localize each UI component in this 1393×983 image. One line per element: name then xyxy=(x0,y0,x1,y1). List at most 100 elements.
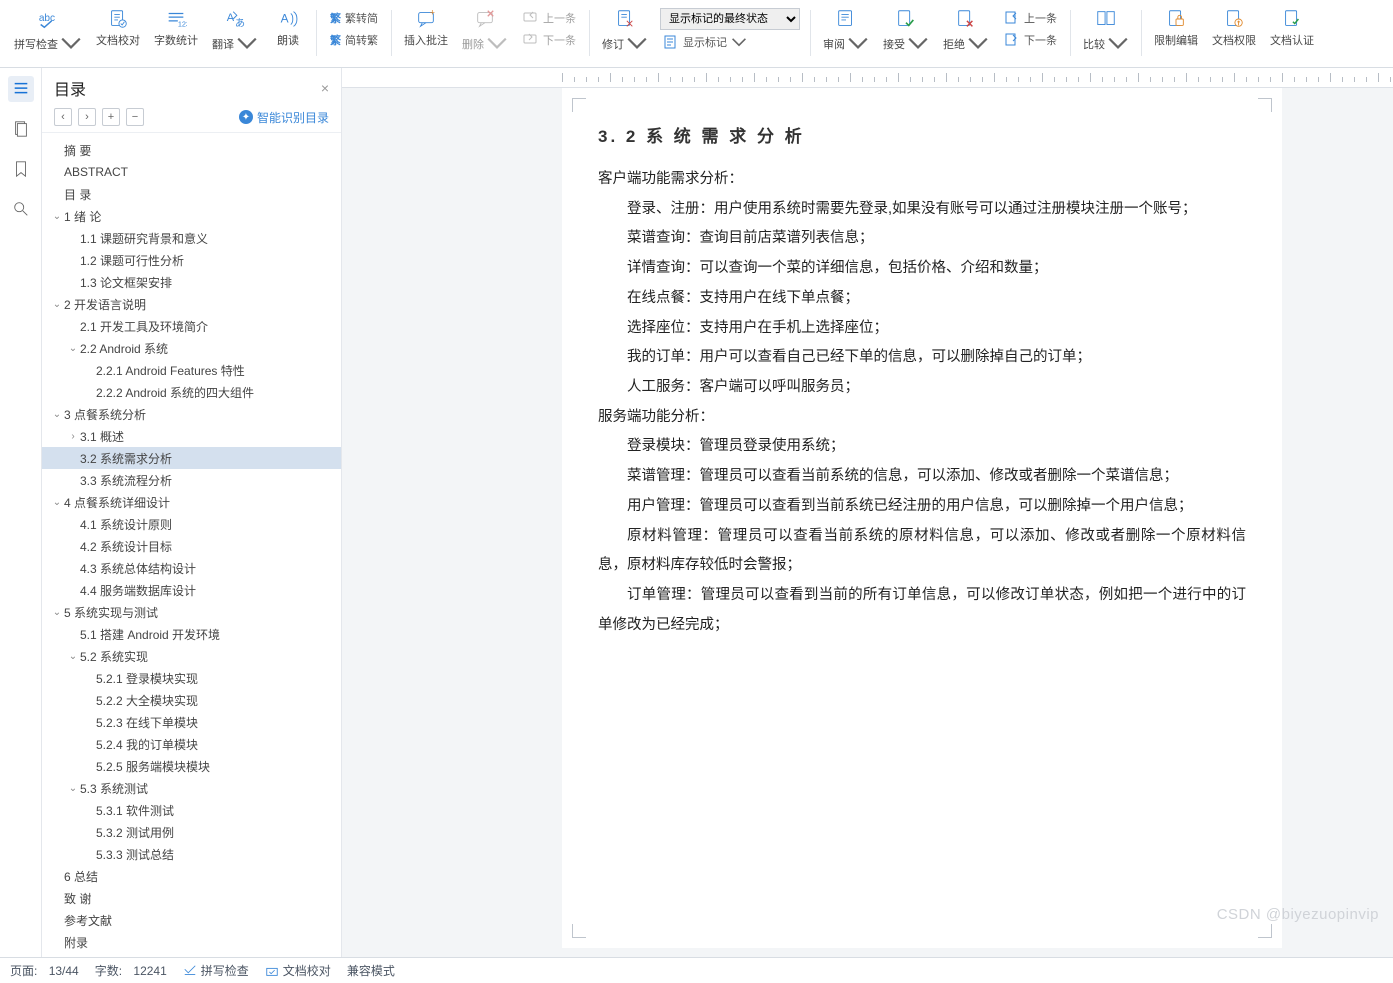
status-spellcheck[interactable]: 拼写检查 xyxy=(183,962,249,979)
permission-button[interactable]: 文档权限 xyxy=(1206,6,1262,62)
outline-label: 3.2 系统需求分析 xyxy=(80,450,172,467)
horizontal-ruler xyxy=(342,68,1393,88)
prev-comment[interactable]: 上一条 xyxy=(520,8,579,28)
spellcheck-button[interactable]: abc 拼写检查 xyxy=(8,6,88,62)
outline-remove-button[interactable]: − xyxy=(126,108,144,126)
search-tab[interactable] xyxy=(8,196,34,222)
smart-recognize-outline[interactable]: ✦ 智能识别目录 xyxy=(239,109,329,126)
outline-node[interactable]: ⌄2 开发语言说明 xyxy=(42,293,341,315)
traditional-to-simplified[interactable]: 繁繁转简 xyxy=(327,8,381,28)
compare-button[interactable]: 比较 xyxy=(1077,6,1135,62)
delete-comment-button[interactable]: 删除 xyxy=(456,6,514,62)
outline-node[interactable]: 5.2.3 在线下单模块 xyxy=(42,711,341,733)
outline-label: 3.3 系统流程分析 xyxy=(80,472,172,489)
proofread-button[interactable]: 文档校对 xyxy=(90,6,146,62)
outline-node[interactable]: 5.1 搭建 Android 开发环境 xyxy=(42,623,341,645)
review-pane-button[interactable]: 审阅 xyxy=(817,6,875,62)
chevron-down-icon[interactable]: ⌄ xyxy=(50,409,64,420)
outline-add-button[interactable]: + xyxy=(102,108,120,126)
outline-expand-button[interactable]: › xyxy=(78,108,96,126)
chevron-down-icon[interactable]: ⌄ xyxy=(50,497,64,508)
markup-state-select[interactable]: 显示标记的最终状态 xyxy=(660,8,800,30)
outline-node[interactable]: 5.3.1 软件测试 xyxy=(42,799,341,821)
chevron-right-icon[interactable]: › xyxy=(66,431,80,442)
reject-icon xyxy=(955,8,977,30)
outline-tab[interactable] xyxy=(8,76,34,102)
outline-node[interactable]: 4.2 系统设计目标 xyxy=(42,535,341,557)
certify-button[interactable]: 文档认证 xyxy=(1264,6,1320,62)
outline-node[interactable]: 5.2.1 登录模块实现 xyxy=(42,667,341,689)
outline-node[interactable]: 1.3 论文框架安排 xyxy=(42,271,341,293)
word-count-indicator[interactable]: 字数: 12241 xyxy=(95,962,167,979)
accept-button[interactable]: 接受 xyxy=(877,6,935,62)
outline-node[interactable]: 5.3.2 测试用例 xyxy=(42,821,341,843)
reject-button[interactable]: 拒绝 xyxy=(937,6,995,62)
outline-node[interactable]: 附录 xyxy=(42,931,341,953)
outline-node[interactable]: ⌄5.2 系统实现 xyxy=(42,645,341,667)
outline-node[interactable]: 4.4 服务端数据库设计 xyxy=(42,579,341,601)
page-indicator[interactable]: 页面: 13/44 xyxy=(10,962,79,979)
outline-node[interactable]: ABSTRACT xyxy=(42,161,341,183)
outline-node[interactable]: ⌄5 系统实现与测试 xyxy=(42,601,341,623)
read-aloud-button[interactable]: A 朗读 xyxy=(266,6,310,62)
outline-collapse-button[interactable]: ‹ xyxy=(54,108,72,126)
outline-panel: 目录 × ‹ › + − ✦ 智能识别目录 摘 要 ABSTRACT 目 录 ⌄1 绪… xyxy=(42,68,342,957)
outline-node[interactable]: ⌄3 点餐系统分析 xyxy=(42,403,341,425)
outline-label: 5.3.3 测试总结 xyxy=(96,846,174,863)
outline-node[interactable]: 5.2.2 大全模块实现 xyxy=(42,689,341,711)
outline-node[interactable]: 5.3.3 测试总结 xyxy=(42,843,341,865)
restrict-edit-button[interactable]: 限制编辑 xyxy=(1148,6,1204,62)
rev-prev-icon xyxy=(1004,10,1020,26)
chevron-down-icon xyxy=(847,32,869,54)
outline-node[interactable]: 2.2.2 Android 系统的四大组件 xyxy=(42,381,341,403)
outline-node[interactable]: 2.1 开发工具及环境简介 xyxy=(42,315,341,337)
translate-button[interactable]: Aあ 翻译 xyxy=(206,6,264,62)
main-area: 目录 × ‹ › + − ✦ 智能识别目录 摘 要 ABSTRACT 目 录 ⌄1 绪… xyxy=(0,68,1393,957)
next-comment[interactable]: 下一条 xyxy=(520,30,579,50)
status-proofread[interactable]: 文档校对 xyxy=(265,962,331,979)
track-changes-button[interactable]: 修订 xyxy=(596,6,654,62)
outline-node[interactable]: 2.2.1 Android Features 特性 xyxy=(42,359,341,381)
outline-node[interactable]: 6 总结 xyxy=(42,865,341,887)
outline-label: 2 开发语言说明 xyxy=(64,296,146,313)
outline-node[interactable]: 4.1 系统设计原则 xyxy=(42,513,341,535)
chevron-down-icon[interactable]: ⌄ xyxy=(66,783,80,794)
outline-node[interactable]: 致 谢 xyxy=(42,887,341,909)
outline-node[interactable]: ⌄2.2 Android 系统 xyxy=(42,337,341,359)
document-body[interactable]: 3. 2 系 统 需 求 分 析客户端功能需求分析：登录、注册：用户使用系统时需… xyxy=(598,122,1246,641)
outline-node[interactable]: 5.2.5 服务端模块模块 xyxy=(42,755,341,777)
panel-close-button[interactable]: × xyxy=(321,80,329,96)
outline-node[interactable]: ⌄4 点餐系统详细设计 xyxy=(42,491,341,513)
show-markup-dropdown[interactable]: 显示标记 xyxy=(660,32,800,52)
outline-label: 目 录 xyxy=(64,186,91,203)
outline-node[interactable]: 摘 要 xyxy=(42,139,341,161)
svg-text:abc: abc xyxy=(39,13,55,24)
outline-node[interactable]: 5.2.4 我的订单模块 xyxy=(42,733,341,755)
outline-node[interactable]: ⌄1 绪 论 xyxy=(42,205,341,227)
chevron-down-icon[interactable]: ⌄ xyxy=(50,211,64,222)
outline-node[interactable]: 4.3 系统总体结构设计 xyxy=(42,557,341,579)
document-canvas[interactable]: 3. 2 系 统 需 求 分 析客户端功能需求分析：登录、注册：用户使用系统时需… xyxy=(342,68,1393,957)
chevron-down-icon[interactable]: ⌄ xyxy=(50,607,64,618)
chevron-down-icon[interactable]: ⌄ xyxy=(66,343,80,354)
chevron-down-icon[interactable]: ⌄ xyxy=(66,651,80,662)
prev-revision[interactable]: 上一条 xyxy=(1001,8,1060,28)
panel-title: 目录 xyxy=(54,76,86,100)
outline-tree[interactable]: 摘 要 ABSTRACT 目 录 ⌄1 绪 论1.1 课题研究背景和意义1.2 课题可… xyxy=(42,133,341,957)
simplified-to-traditional[interactable]: 繁简转繁 xyxy=(327,30,381,50)
outline-node[interactable]: 3.3 系统流程分析 xyxy=(42,469,341,491)
wordcount-button[interactable]: 123 字数统计 xyxy=(148,6,204,62)
bookmarks-tab[interactable] xyxy=(8,156,34,182)
insert-comment-button[interactable]: + 插入批注 xyxy=(398,6,454,62)
next-revision[interactable]: 下一条 xyxy=(1001,30,1060,50)
chevron-down-icon[interactable]: ⌄ xyxy=(50,299,64,310)
outline-node[interactable]: ›3.1 概述 xyxy=(42,425,341,447)
outline-node[interactable]: 目 录 xyxy=(42,183,341,205)
outline-node[interactable]: 参考文献 xyxy=(42,909,341,931)
outline-node[interactable]: 1.1 课题研究背景和意义 xyxy=(42,227,341,249)
thumbnails-tab[interactable] xyxy=(8,116,34,142)
outline-node[interactable]: 3.2 系统需求分析 xyxy=(42,447,341,469)
outline-node[interactable]: ⌄5.3 系统测试 xyxy=(42,777,341,799)
outline-label: 摘 要 xyxy=(64,142,91,159)
outline-node[interactable]: 1.2 课题可行性分析 xyxy=(42,249,341,271)
